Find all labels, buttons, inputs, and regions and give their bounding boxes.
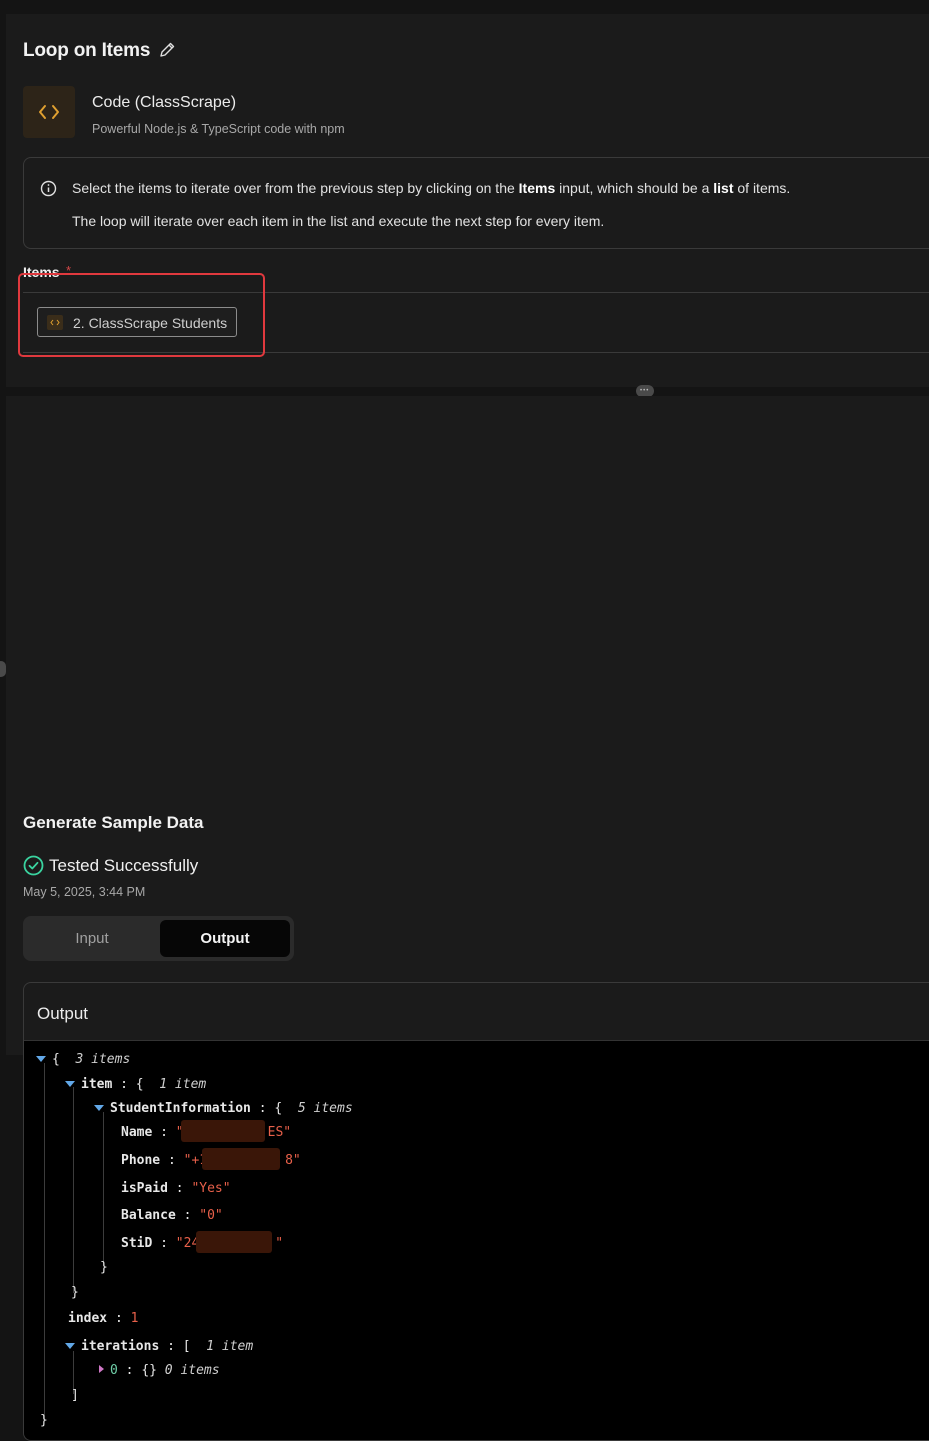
- tree-guide: [44, 1063, 45, 1419]
- json-item-row: item : { 1 item: [81, 1077, 207, 1092]
- app-name: Code (ClassScrape): [92, 94, 237, 111]
- code-icon: [39, 105, 59, 119]
- json-close-bracket: ]: [71, 1388, 79, 1403]
- pencil-icon[interactable]: [158, 41, 176, 59]
- tab-output[interactable]: Output: [160, 920, 290, 957]
- info-text-line1: Select the items to iterate over from th…: [72, 180, 791, 196]
- step-title: Loop on Items: [23, 40, 151, 61]
- json-root-close: }: [40, 1413, 48, 1428]
- output-header: Output: [24, 983, 929, 1041]
- json-iterations-row: iterations : [ 1 item: [81, 1339, 254, 1354]
- drag-handle-icon[interactable]: [0, 661, 6, 677]
- sample-data-title: Generate Sample Data: [23, 813, 204, 832]
- json-iteration-0-row: 0 : {} 0 items: [110, 1363, 220, 1378]
- json-close-brace: }: [71, 1285, 79, 1300]
- caret-down-icon[interactable]: [65, 1343, 75, 1349]
- json-close-brace: }: [100, 1260, 108, 1275]
- info-text-line2: The loop will iterate over each item in …: [72, 213, 605, 229]
- highlight-annotation: [18, 273, 265, 357]
- json-tree: { 3 items item : { 1 item StudentInforma…: [24, 1041, 929, 1440]
- tab-input[interactable]: Input: [27, 920, 157, 957]
- redaction-mark: [196, 1231, 272, 1253]
- info-callout: Select the items to iterate over from th…: [23, 157, 929, 249]
- sample-data-panel: Generate Sample Data Tested Successfully…: [6, 396, 929, 1441]
- caret-down-icon[interactable]: [36, 1056, 46, 1062]
- info-icon: [40, 180, 57, 197]
- json-field-row: Balance : "0": [121, 1208, 223, 1223]
- check-circle-icon: [23, 855, 44, 876]
- input-output-toggle: Input Output: [23, 916, 294, 961]
- tree-guide: [103, 1112, 104, 1266]
- redaction-mark: [202, 1148, 280, 1170]
- json-root: { 3 items: [52, 1052, 131, 1067]
- redaction-mark: [181, 1120, 265, 1142]
- json-index-row: index : 1: [68, 1311, 139, 1326]
- test-timestamp: May 5, 2025, 3:44 PM: [23, 885, 146, 899]
- output-title: Output: [37, 1004, 89, 1023]
- json-student-row: StudentInformation : { 5 items: [110, 1101, 353, 1116]
- json-field-row: isPaid : "Yes": [121, 1181, 231, 1196]
- app-description: Powerful Node.js & TypeScript code with …: [92, 122, 345, 136]
- app-icon-tile: [23, 86, 75, 138]
- caret-right-icon[interactable]: [99, 1365, 104, 1373]
- output-viewer: Output { 3 items item : { 1 item Student…: [23, 982, 929, 1441]
- caret-down-icon[interactable]: [94, 1105, 104, 1111]
- test-status: Tested Successfully: [49, 856, 199, 875]
- tree-guide: [73, 1087, 74, 1293]
- caret-down-icon[interactable]: [65, 1081, 75, 1087]
